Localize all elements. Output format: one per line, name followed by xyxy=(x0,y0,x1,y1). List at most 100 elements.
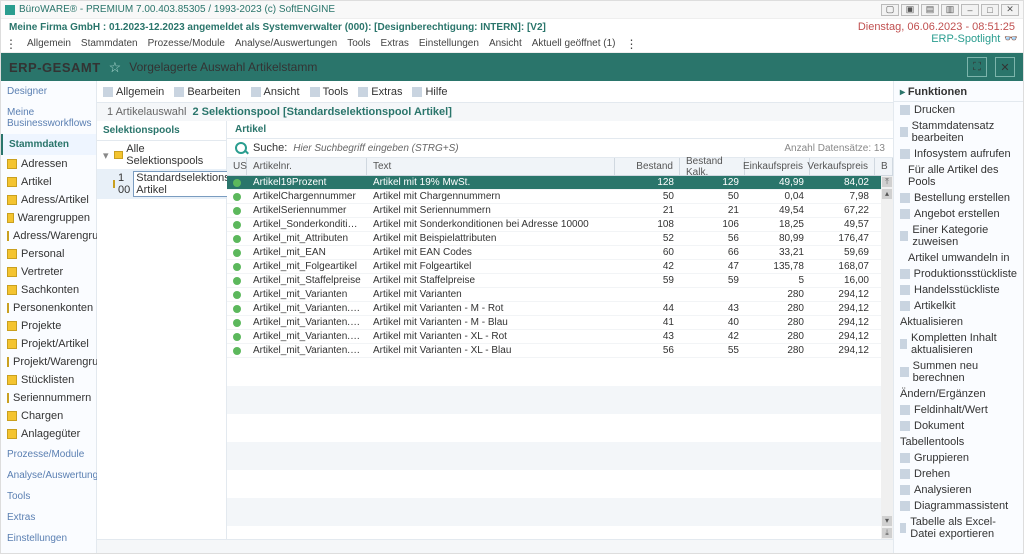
table-row[interactable]: Artikel_SonderkonditionenArtikel mit Son… xyxy=(227,218,893,232)
func-item-20[interactable]: Analysieren xyxy=(894,482,1023,498)
menu-tools[interactable]: Tools xyxy=(347,38,370,49)
func-item-1[interactable]: Stammdatensatz bearbeiten xyxy=(894,118,1023,146)
binoculars-icon[interactable]: 👓 xyxy=(1004,32,1018,45)
winbtn-3[interactable]: ▤ xyxy=(921,4,939,16)
winbtn-2[interactable]: ▣ xyxy=(901,4,919,16)
menu-aktuell[interactable]: Aktuell geöffnet (1) xyxy=(532,38,616,49)
menu-prozesse[interactable]: Prozesse/Module xyxy=(148,38,225,49)
func-item-4[interactable]: Bestellung erstellen xyxy=(894,190,1023,206)
nav-designer[interactable]: Designer xyxy=(1,81,96,102)
table-row[interactable]: Artikel_mit_Varianten.005Artikel mit Var… xyxy=(227,330,893,344)
vertical-scrollbar[interactable]: ⤒ ▴ ▾ ⤓ xyxy=(881,176,893,539)
menu-ansicht[interactable]: Ansicht xyxy=(489,38,522,49)
func-item-2[interactable]: Infosystem aufrufen xyxy=(894,146,1023,162)
menu-analyse[interactable]: Analyse/Auswertungen xyxy=(235,38,337,49)
nav-item-11[interactable]: Projekt/Warengruppen xyxy=(1,353,96,371)
winbtn-close[interactable]: ✕ xyxy=(1001,4,1019,16)
table-row[interactable]: Artikel_mit_Varianten.006Artikel mit Var… xyxy=(227,344,893,358)
func-item-13[interactable]: Summen neu berechnen xyxy=(894,358,1023,386)
nav-item-12[interactable]: Stücklisten xyxy=(1,371,96,389)
winbtn-max[interactable]: □ xyxy=(981,4,999,16)
nav-einstellungen[interactable]: Einstellungen xyxy=(1,528,96,549)
nav-item-5[interactable]: Personal xyxy=(1,245,96,263)
table-row[interactable]: Artikel_mit_AttributenArtikel mit Beispi… xyxy=(227,232,893,246)
header-close-button[interactable]: ✕ xyxy=(995,57,1015,77)
func-item-22[interactable]: Tabelle als Excel-Datei exportieren xyxy=(894,514,1023,542)
nav-item-1[interactable]: Artikel xyxy=(1,173,96,191)
menu-einstellungen[interactable]: Einstellungen xyxy=(419,38,479,49)
nav-item-4[interactable]: Adress/Warengruppen xyxy=(1,227,96,245)
menu-stammdaten[interactable]: Stammdaten xyxy=(81,38,138,49)
col-bestandkalk[interactable]: Bestand Kalk. xyxy=(680,158,745,175)
search-hint[interactable]: Hier Suchbegriff eingeben (STRG+S) xyxy=(293,143,458,154)
table-row[interactable]: Artikel_mit_Varianten.004Artikel mit Var… xyxy=(227,316,893,330)
col-ek[interactable]: Einkaufspreis xyxy=(745,158,810,175)
tb-extras[interactable]: Extras xyxy=(358,86,402,98)
menu-more-icon[interactable]: ⋮ xyxy=(5,37,17,51)
scroll-bottom-icon[interactable]: ⤓ xyxy=(882,528,892,538)
table-row[interactable]: Artikel_mit_EANArtikel mit EAN Codes6066… xyxy=(227,246,893,260)
tb-tools[interactable]: Tools xyxy=(310,86,349,98)
table-row[interactable]: ArtikelSeriennummerArtikel mit Seriennum… xyxy=(227,204,893,218)
func-item-17[interactable]: Tabellentools xyxy=(894,434,1023,450)
nav-item-10[interactable]: Projekt/Artikel xyxy=(1,335,96,353)
col-us[interactable]: US xyxy=(227,158,247,175)
func-item-7[interactable]: Artikel umwandeln in xyxy=(894,250,1023,266)
func-item-9[interactable]: Handelsstückliste xyxy=(894,282,1023,298)
bc-step1[interactable]: 1 Artikelauswahl xyxy=(107,106,187,118)
col-bestand[interactable]: Bestand xyxy=(615,158,680,175)
col-vk[interactable]: Verkaufspreis xyxy=(810,158,875,175)
nav-item-8[interactable]: Personenkonten xyxy=(1,299,96,317)
nav-item-7[interactable]: Sachkonten xyxy=(1,281,96,299)
nav-stammdaten[interactable]: Stammdaten xyxy=(1,134,96,155)
nav-prozesse[interactable]: Prozesse/Module xyxy=(1,444,96,465)
col-artikelnr[interactable]: Artikelnr. xyxy=(247,158,367,175)
nav-item-2[interactable]: Adress/Artikel xyxy=(1,191,96,209)
col-text[interactable]: Text xyxy=(367,158,615,175)
table-row[interactable]: Artikel_mit_VariantenArtikel mit Variant… xyxy=(227,288,893,302)
tb-hilfe[interactable]: Hilfe xyxy=(412,86,447,98)
tb-allgemein[interactable]: Allgemein xyxy=(103,86,164,98)
col-b[interactable]: B xyxy=(875,158,893,175)
search-icon[interactable] xyxy=(235,142,247,154)
menu-extras[interactable]: Extras xyxy=(381,38,409,49)
winbtn-1[interactable]: ▢ xyxy=(881,4,899,16)
nav-item-6[interactable]: Vertreter xyxy=(1,263,96,281)
func-item-14[interactable]: Ändern/Ergänzen xyxy=(894,386,1023,402)
table-row[interactable]: Artikel_mit_StaffelpreiseArtikel mit Sta… xyxy=(227,274,893,288)
nav-item-15[interactable]: Anlagegüter xyxy=(1,425,96,443)
func-item-11[interactable]: Aktualisieren xyxy=(894,314,1023,330)
table-row[interactable]: Artikel_mit_Varianten.003Artikel mit Var… xyxy=(227,302,893,316)
tb-ansicht[interactable]: Ansicht xyxy=(251,86,300,98)
bc-step2[interactable]: 2 Selektionspool [Standardselektionspool… xyxy=(193,106,452,118)
nav-item-9[interactable]: Projekte xyxy=(1,317,96,335)
tree-selected[interactable]: 1 00 Standardselektionspool Artikel xyxy=(97,169,226,199)
tb-bearbeiten[interactable]: Bearbeiten xyxy=(174,86,240,98)
winbtn-min[interactable]: – xyxy=(961,4,979,16)
scroll-down-icon[interactable]: ▾ xyxy=(882,516,892,526)
nav-workflows[interactable]: Meine Businessworkflows xyxy=(1,102,96,134)
table-row[interactable]: ArtikelChargennummerArtikel mit Chargenn… xyxy=(227,190,893,204)
func-item-10[interactable]: Artikelkit xyxy=(894,298,1023,314)
nav-item-14[interactable]: Chargen xyxy=(1,407,96,425)
nav-tools[interactable]: Tools xyxy=(1,486,96,507)
func-item-21[interactable]: Diagrammassistent xyxy=(894,498,1023,514)
func-item-12[interactable]: Kompletten Inhalt aktualisieren xyxy=(894,330,1023,358)
header-expand-button[interactable]: ⛶ xyxy=(967,57,987,77)
favorite-star-icon[interactable]: ☆ xyxy=(109,59,122,76)
scroll-up-icon[interactable]: ▴ xyxy=(882,189,892,199)
func-item-15[interactable]: Feldinhalt/Wert xyxy=(894,402,1023,418)
func-item-6[interactable]: Einer Kategorie zuweisen xyxy=(894,222,1023,250)
func-item-16[interactable]: Dokument xyxy=(894,418,1023,434)
nav-analyse[interactable]: Analyse/Auswertungen xyxy=(1,465,96,486)
func-item-5[interactable]: Angebot erstellen xyxy=(894,206,1023,222)
nav-extras[interactable]: Extras xyxy=(1,507,96,528)
func-item-18[interactable]: Gruppieren xyxy=(894,450,1023,466)
tree-root[interactable]: ▾ Alle Selektionspools xyxy=(97,141,226,169)
nav-item-0[interactable]: Adressen xyxy=(1,155,96,173)
func-item-8[interactable]: Produktionsstückliste xyxy=(894,266,1023,282)
scroll-top-icon[interactable]: ⤒ xyxy=(882,177,892,187)
menu-overflow-icon[interactable]: ⋮ xyxy=(626,37,638,51)
erp-spotlight[interactable]: ERP-Spotlight xyxy=(931,33,1000,45)
table-row[interactable]: Artikel_mit_FolgeartikelArtikel mit Folg… xyxy=(227,260,893,274)
